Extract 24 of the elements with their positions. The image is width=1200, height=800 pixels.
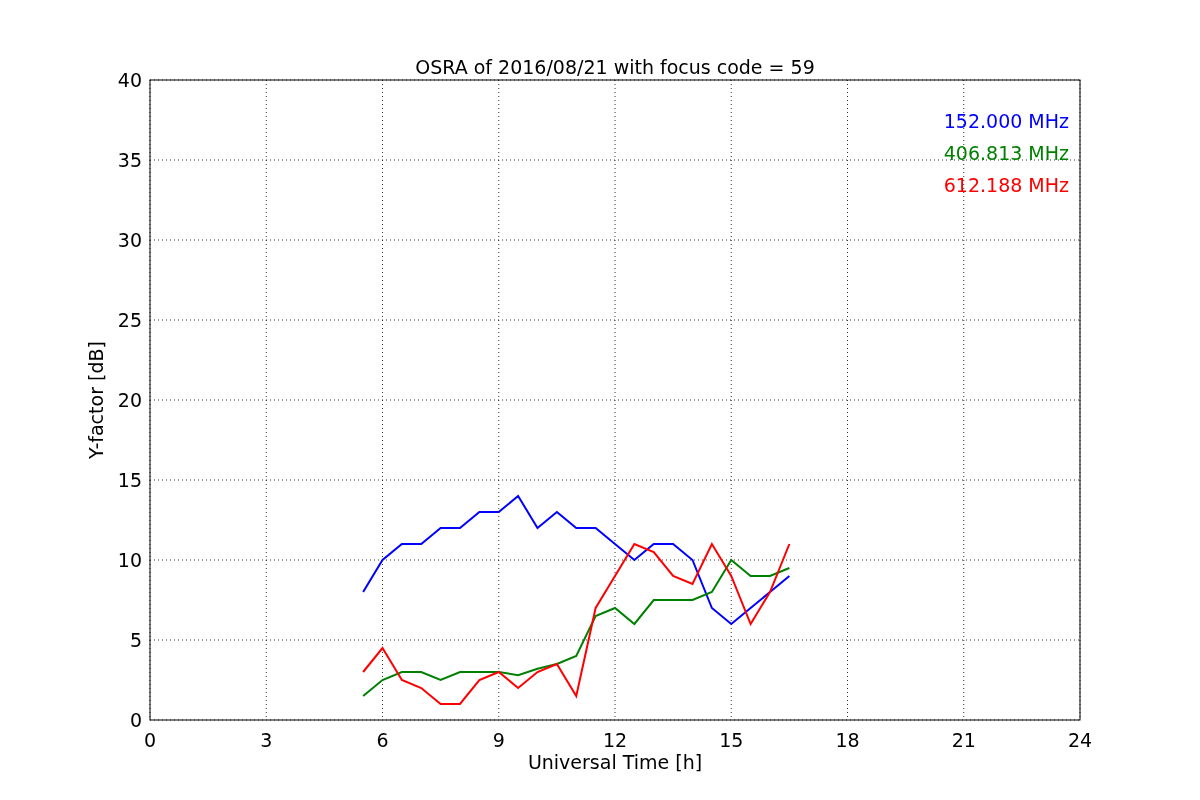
y-tick-label: 15 [117,469,142,491]
y-axis-label: Y-factor [dB] [85,341,107,459]
x-tick-label: 18 [835,729,860,751]
x-tick-label: 9 [492,729,505,751]
y-tick-label: 25 [117,309,142,331]
y-tick-label: 5 [129,629,142,651]
legend-label: 612.188 MHz [943,174,1069,196]
y-tick-label: 30 [117,229,142,251]
x-tick-label: 6 [376,729,389,751]
x-axis-label: Universal Time [h] [527,751,703,773]
y-tick-label: 35 [117,149,142,171]
y-tick-label: 40 [117,69,142,91]
y-tick-label: 0 [129,709,142,731]
legend-label: 152.000 MHz [943,110,1069,132]
x-tick-label: 12 [602,729,628,751]
legend-label: 406.813 MHz [943,142,1069,164]
chart-title: OSRA of 2016/08/21 with focus code = 59 [415,56,815,78]
x-tick-label: 24 [1067,729,1093,751]
x-tick-label: 15 [719,729,744,751]
x-tick-label: 21 [951,729,976,751]
y-tick-label: 20 [117,389,142,411]
x-tick-label: 3 [260,729,273,751]
x-tick-label: 0 [143,729,157,751]
y-tick-label: 10 [117,549,142,571]
